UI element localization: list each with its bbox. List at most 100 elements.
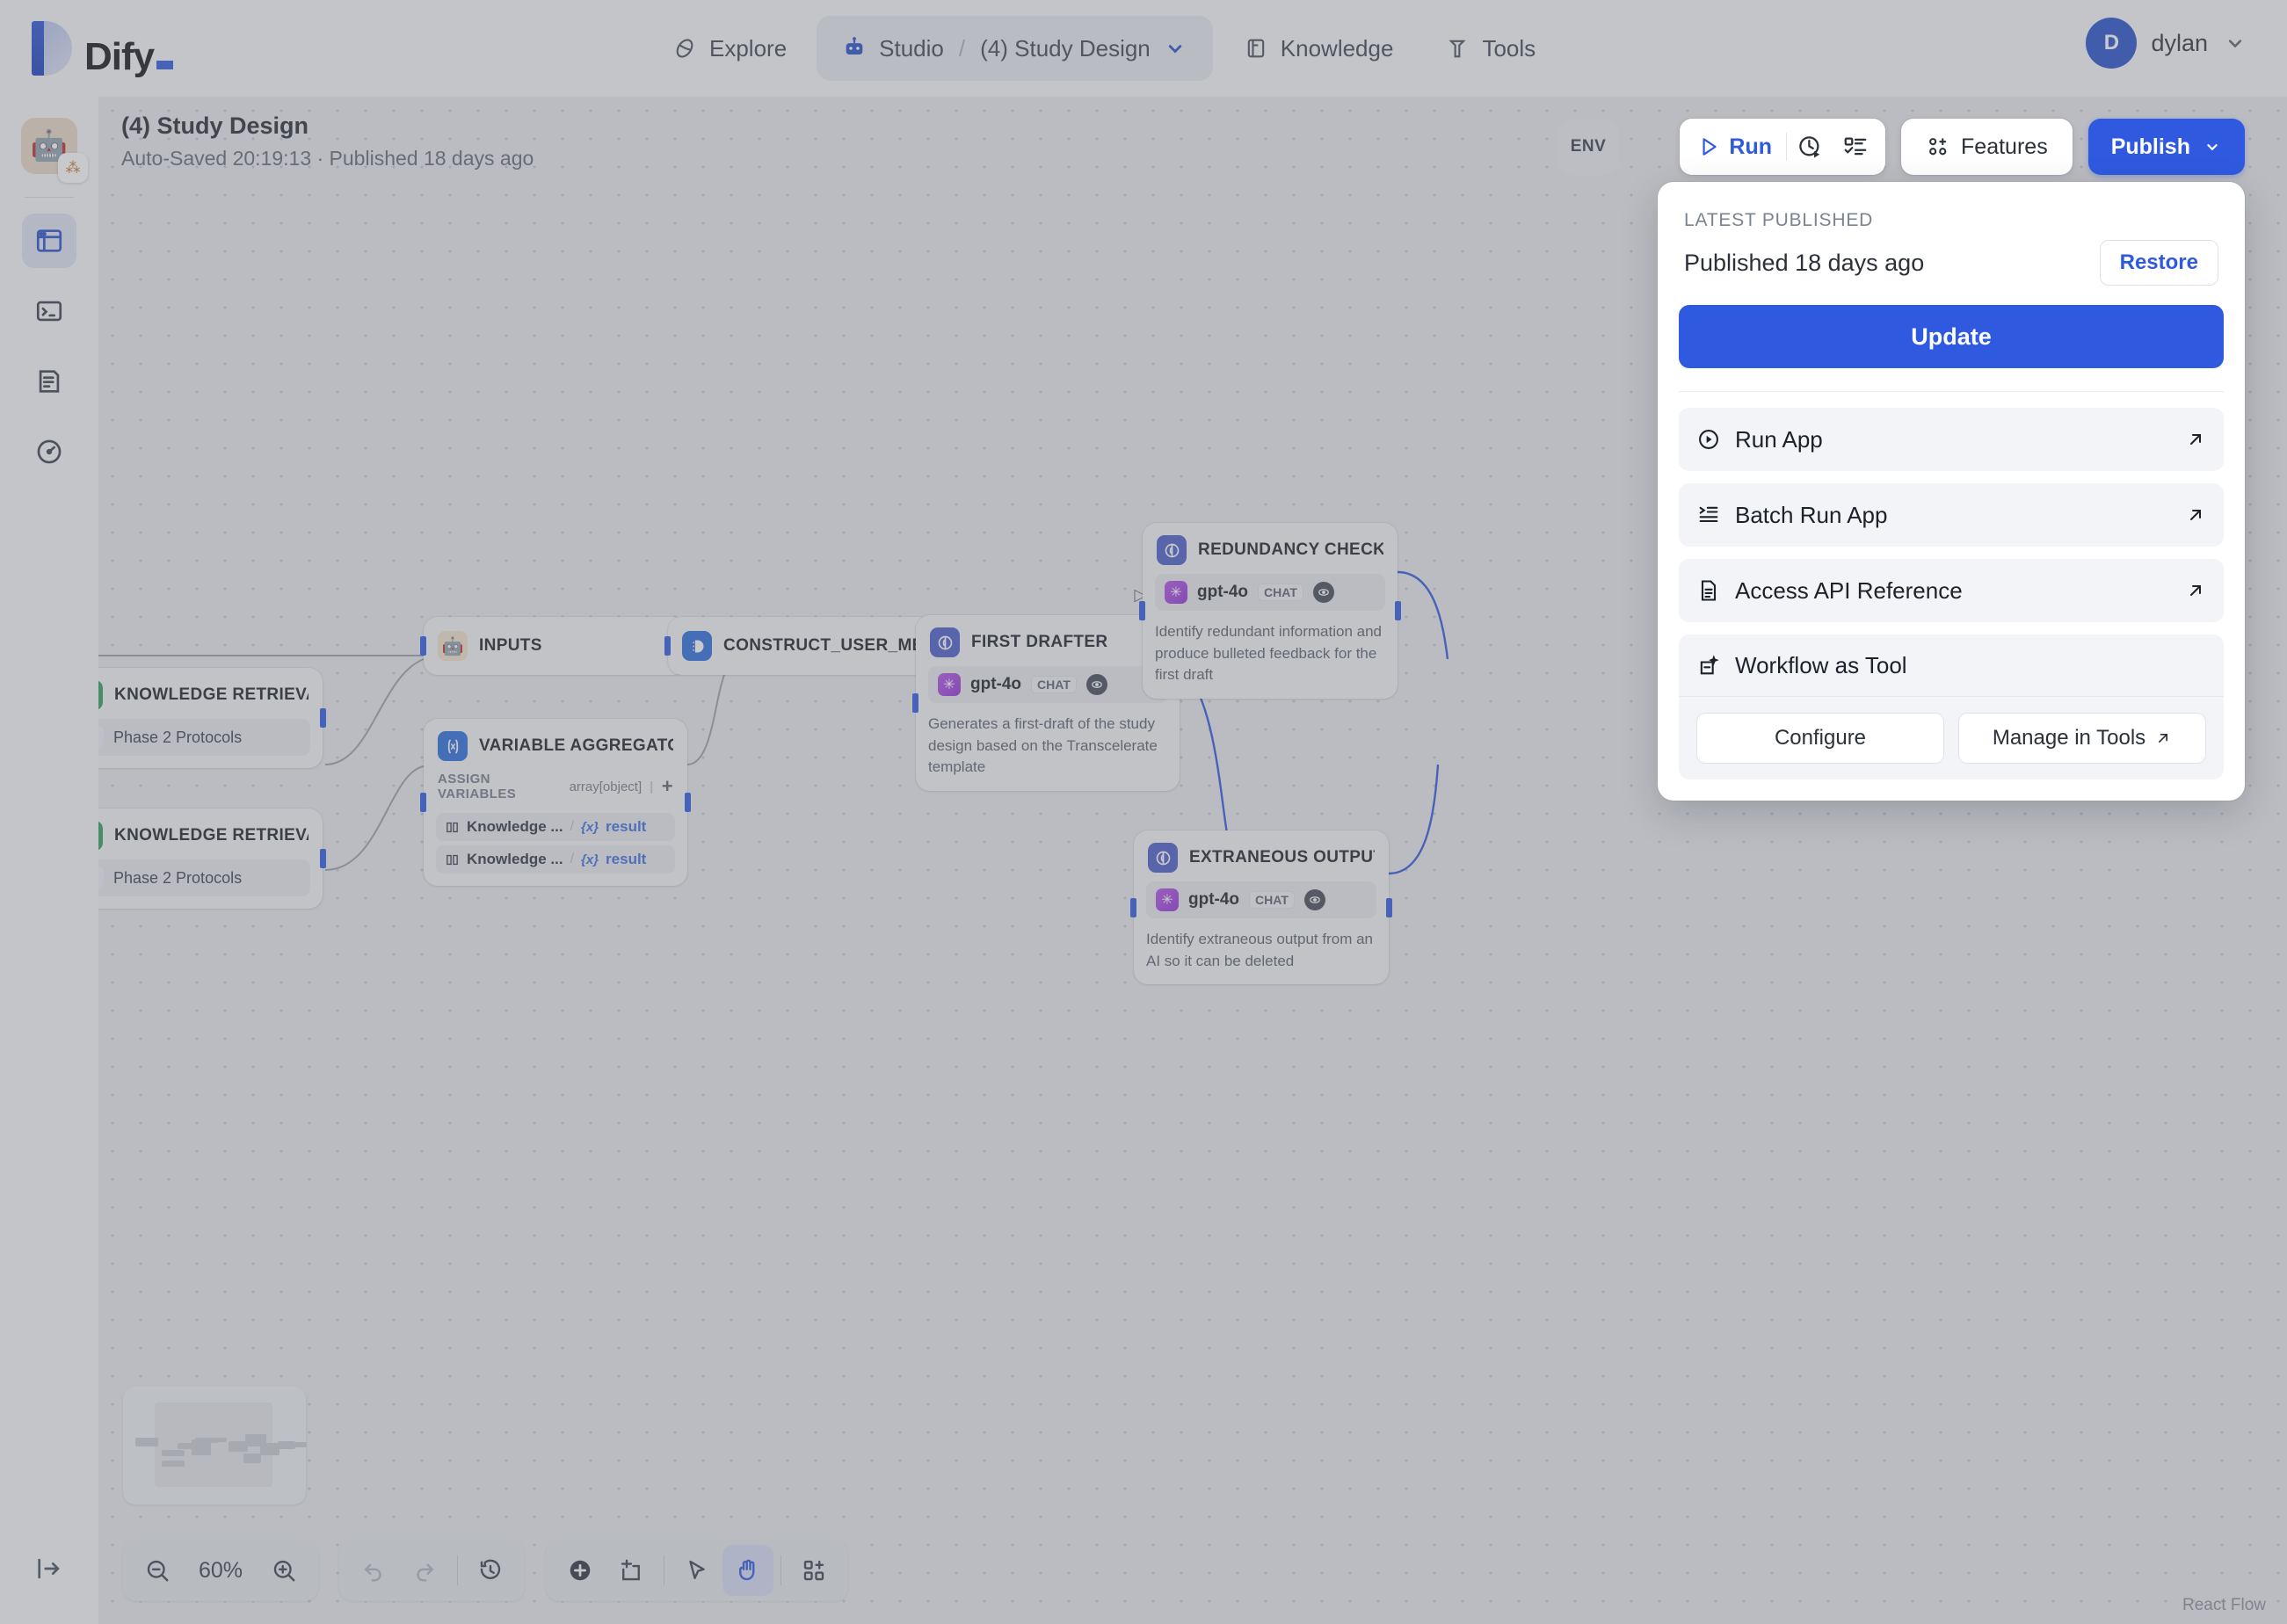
menu-item-run-app[interactable]: Run App xyxy=(1679,408,2224,471)
output-port[interactable] xyxy=(1395,600,1401,620)
node-extraneous-output-checker[interactable]: EXTRANEOUS OUTPUT C... ✳ gpt-4o CHAT Ide… xyxy=(1130,830,1392,985)
model-chip[interactable]: ✳ gpt-4o CHAT xyxy=(1155,574,1385,611)
nav-studio-group[interactable]: Studio / (4) Study Design xyxy=(817,16,1213,81)
dify-logo[interactable]: Dify xyxy=(32,21,174,76)
node-variable-aggregator[interactable]: VARIABLE AGGREGATOR ASSIGN VARIABLES arr… xyxy=(420,719,691,886)
organize-blocks-button[interactable] xyxy=(788,1545,839,1596)
node-body: ✳ gpt-4o CHAT Identify extraneous output… xyxy=(1134,881,1389,984)
publish-label: Publish xyxy=(2110,134,2190,159)
node-construct-user-message[interactable]: CONSTRUCT_USER_MES... xyxy=(664,617,935,675)
output-port[interactable] xyxy=(685,793,691,812)
input-port[interactable] xyxy=(1130,897,1136,917)
zoom-out-button[interactable] xyxy=(132,1545,183,1596)
user-menu[interactable]: D dylan xyxy=(2086,18,2248,69)
restore-button[interactable]: Restore xyxy=(2099,240,2218,286)
checklist-button[interactable] xyxy=(1833,124,1878,170)
model-chip[interactable]: ✳ gpt-4o CHAT xyxy=(1146,881,1376,918)
node-body: Phase 2 Protocols xyxy=(98,859,323,909)
chevron-down-icon[interactable] xyxy=(1162,35,1188,62)
input-port[interactable] xyxy=(1139,600,1145,620)
chevron-down-icon[interactable] xyxy=(2222,30,2248,56)
add-variable-button[interactable]: + xyxy=(662,777,673,796)
menu-item-access-api-reference[interactable]: Access API Reference xyxy=(1679,559,2224,622)
output-port[interactable] xyxy=(1386,897,1392,917)
run-button[interactable]: Run xyxy=(1687,134,1786,160)
run-history-button[interactable] xyxy=(1787,124,1833,170)
assign-variables-row: ASSIGN VARIABLES array[object] | + xyxy=(436,770,675,808)
input-port[interactable] xyxy=(664,636,671,656)
model-chip[interactable]: ✳ gpt-4o CHAT xyxy=(928,666,1167,703)
divider xyxy=(780,1555,781,1585)
undo-button[interactable] xyxy=(348,1545,399,1596)
node-body: Phase 2 Protocols xyxy=(98,719,323,768)
menu-item-batch-run-app[interactable]: Batch Run App xyxy=(1679,483,2224,547)
avatar: D xyxy=(2086,18,2138,69)
menu-label: Access API Reference xyxy=(1735,576,1963,604)
collapse-sidebar-button[interactable] xyxy=(25,1545,73,1592)
nav-studio-label: Studio xyxy=(879,34,944,62)
node-redundancy-checker[interactable]: REDUNDANCY CHECKER ✳ gpt-4o CHAT Identif… xyxy=(1139,523,1401,699)
node-title: CONSTRUCT_USER_MES... xyxy=(723,636,918,655)
redo-button[interactable] xyxy=(399,1545,450,1596)
dataset-chip[interactable]: Phase 2 Protocols xyxy=(98,859,310,896)
dataset-chip[interactable]: Phase 2 Protocols xyxy=(98,719,310,756)
sidebar-item-api[interactable] xyxy=(22,284,76,338)
variable-source: Knowledge ... xyxy=(467,851,563,867)
page-title: (4) Study Design xyxy=(121,112,309,139)
input-port[interactable] xyxy=(420,636,426,656)
output-port[interactable] xyxy=(320,849,326,868)
edit-tools xyxy=(546,1540,848,1601)
node-knowledge-retrieval-2[interactable]: KNOWLEDGE RETRIEVAL Phase 2 Protocols xyxy=(98,808,326,909)
add-node-button[interactable] xyxy=(555,1545,606,1596)
user-name: dylan xyxy=(2151,29,2208,56)
workflow-title-block: (4) Study Design Auto-Saved 20:19:13 · P… xyxy=(121,112,534,170)
sidebar-item-orchestrate[interactable] xyxy=(22,214,76,268)
pointer-tool-button[interactable] xyxy=(672,1545,722,1596)
publish-button[interactable]: Publish xyxy=(2087,119,2245,175)
output-port[interactable] xyxy=(320,708,326,728)
model-name: gpt-4o xyxy=(1188,890,1240,909)
input-port[interactable] xyxy=(912,692,918,713)
node-description: Identify redundant information and produ… xyxy=(1155,623,1383,684)
canvas-bottom-toolbar: 60% xyxy=(123,1540,848,1601)
sidebar-app-avatar[interactable]: 🤖 ⁂ xyxy=(21,118,88,183)
knowledge-retrieval-icon xyxy=(98,821,103,851)
react-flow-attribution[interactable]: React Flow xyxy=(2182,1596,2266,1615)
latest-published-label: LATEST PUBLISHED xyxy=(1684,210,1874,230)
node-first-drafter[interactable]: + ▷ ··· FIRST DRAFTER ✳ gpt-4o CHAT xyxy=(912,586,1191,791)
input-port[interactable] xyxy=(420,793,426,812)
minimap[interactable] xyxy=(123,1387,307,1504)
play-icon xyxy=(1703,138,1717,156)
hand-tool-button[interactable] xyxy=(722,1545,773,1596)
node-description: Generates a first-draft of the study des… xyxy=(928,715,1158,776)
configure-button[interactable]: Configure xyxy=(1696,713,1944,764)
node-header: 🤖 INPUTS xyxy=(424,617,687,675)
knowledge-retrieval-icon xyxy=(98,680,103,710)
version-history-button[interactable] xyxy=(465,1545,516,1596)
variable-row[interactable]: Knowledge ... / {x} result xyxy=(436,845,675,874)
manage-in-tools-button[interactable]: Manage in Tools xyxy=(1958,713,2206,764)
node-description: Identify extraneous output from an AI so… xyxy=(1146,931,1373,969)
nav-explore[interactable]: Explore xyxy=(650,16,808,81)
zoom-level[interactable]: 60% xyxy=(183,1558,258,1584)
node-title: FIRST DRAFTER xyxy=(971,633,1108,651)
zoom-in-button[interactable] xyxy=(258,1545,309,1596)
nav-knowledge[interactable]: Knowledge xyxy=(1222,16,1415,81)
nav-tools[interactable]: Tools xyxy=(1423,16,1557,81)
node-body: ✳ gpt-4o CHAT Identify redundant informa… xyxy=(1143,574,1398,699)
menu-label: Run App xyxy=(1735,425,1823,453)
sidebar-item-logs[interactable] xyxy=(22,354,76,409)
vision-icon xyxy=(1303,889,1325,910)
sidebar-item-monitoring[interactable] xyxy=(22,424,76,479)
node-knowledge-retrieval-1[interactable]: KNOWLEDGE RETRIEVAL Phase 2 Protocols xyxy=(98,668,326,768)
update-button[interactable]: Update xyxy=(1679,305,2224,368)
variable-aggregator-icon xyxy=(438,731,468,761)
node-inputs[interactable]: 🤖 INPUTS xyxy=(420,617,691,675)
workflow-badge-icon: ⁂ xyxy=(58,153,88,183)
environment-variables-button[interactable]: ENV xyxy=(1557,119,1619,175)
variable-row[interactable]: Knowledge ... / {x} result xyxy=(436,813,675,841)
workflow-as-tool-header: Workflow as Tool xyxy=(1679,634,2224,696)
menu-label: Batch Run App xyxy=(1735,501,1888,528)
add-note-button[interactable] xyxy=(606,1545,657,1596)
features-button[interactable]: Features xyxy=(1908,134,2066,160)
